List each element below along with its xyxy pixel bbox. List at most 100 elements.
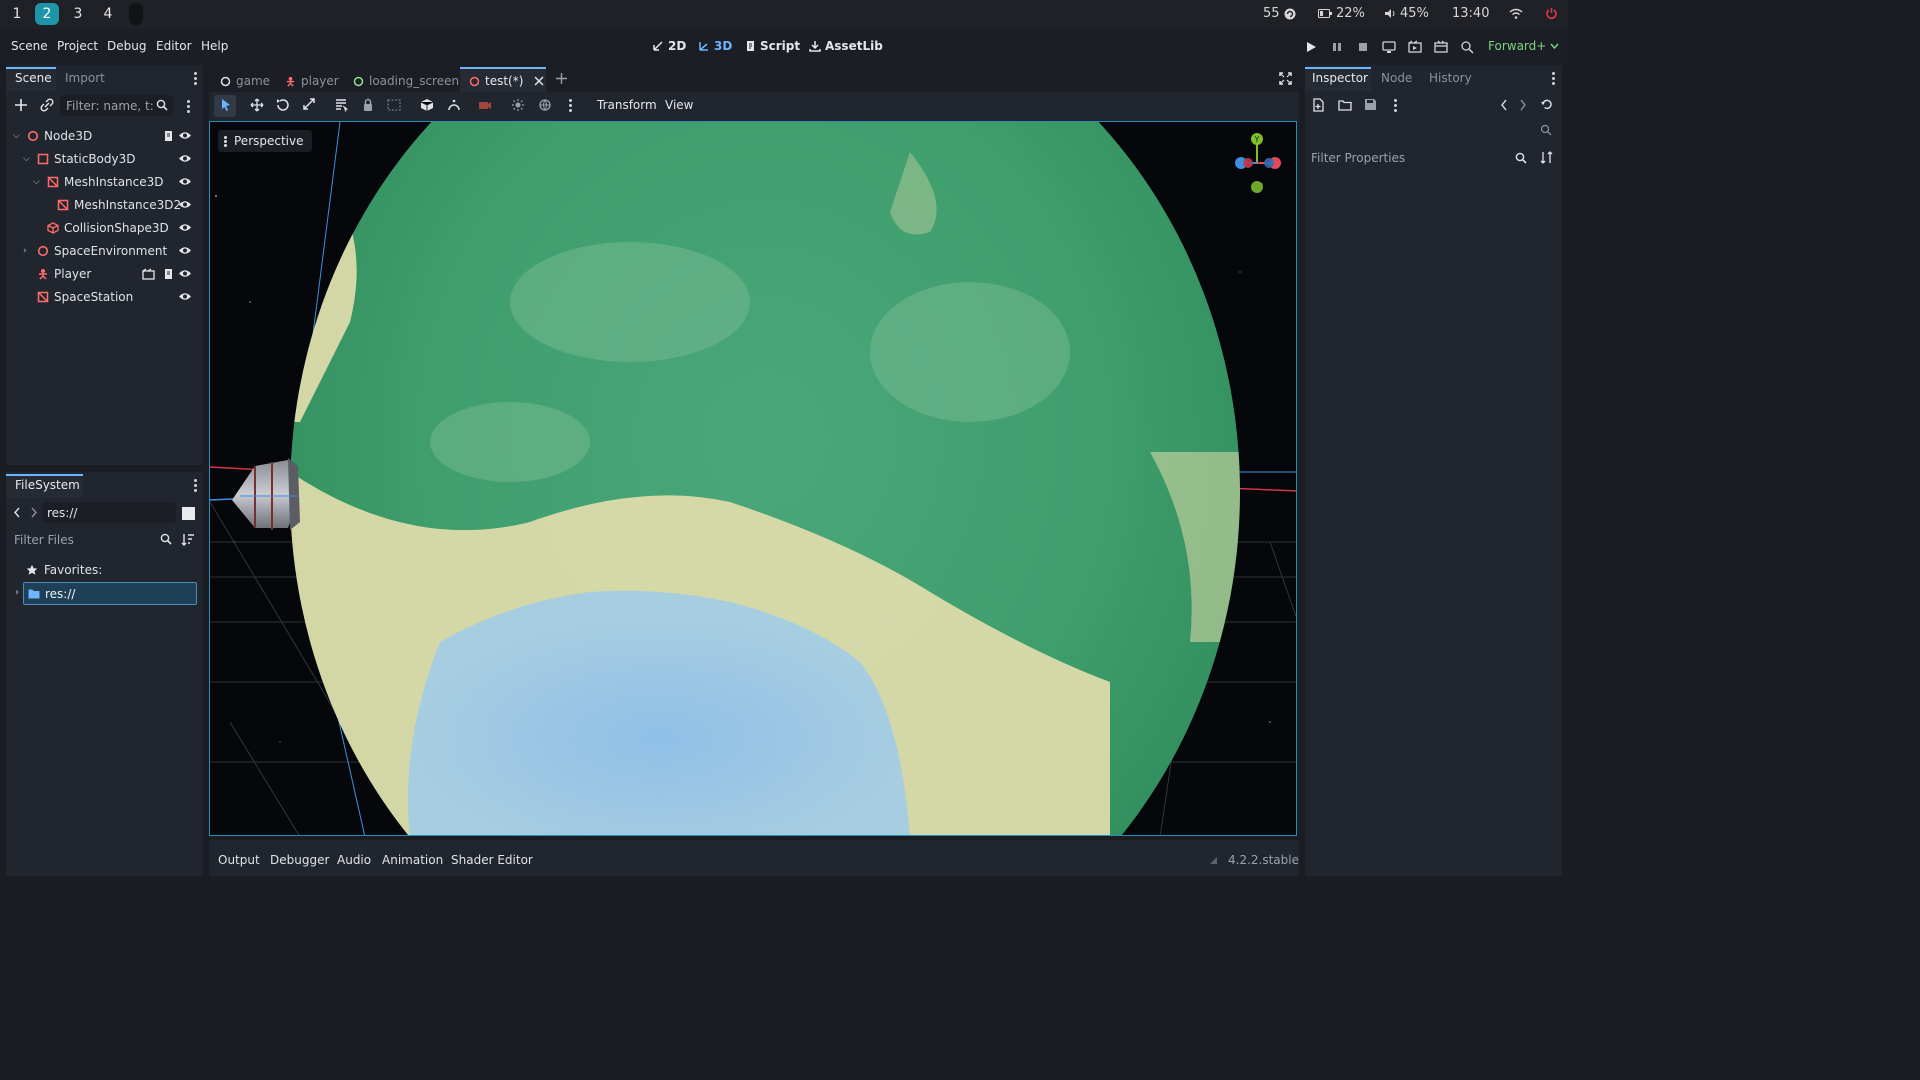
collapse-arrow-icon[interactable]: ⌵ bbox=[13, 131, 20, 141]
scale-mode-icon[interactable] bbox=[301, 98, 317, 112]
doc-tab-game[interactable]: game bbox=[220, 70, 270, 92]
res-root-row[interactable]: res:// bbox=[23, 582, 197, 605]
mode-assetlib-button[interactable]: AssetLib bbox=[809, 39, 883, 53]
script-attached-icon[interactable] bbox=[163, 130, 174, 142]
doc-tab-test[interactable]: test(*) bbox=[469, 70, 544, 92]
renderer-selector[interactable]: Forward+ bbox=[1488, 39, 1559, 53]
menu-scene[interactable]: Scene bbox=[11, 39, 48, 53]
open-folder-icon[interactable] bbox=[1338, 99, 1352, 111]
wifi-indicator[interactable] bbox=[1509, 8, 1523, 19]
open-docs-icon[interactable] bbox=[1540, 124, 1553, 137]
scene-filter-input[interactable]: Filter: name, t:ty bbox=[60, 95, 173, 116]
movie-maker-icon[interactable] bbox=[1460, 40, 1474, 54]
history-back-icon[interactable] bbox=[1500, 99, 1508, 111]
menu-editor[interactable]: Editor bbox=[156, 39, 192, 53]
viewport-scene[interactable] bbox=[210, 122, 1297, 836]
visibility-eye-icon[interactable] bbox=[178, 291, 192, 302]
viewport-more-icon[interactable] bbox=[569, 99, 573, 113]
preview-camera-icon[interactable] bbox=[477, 98, 493, 112]
inspector-menu-icon[interactable] bbox=[1552, 72, 1556, 86]
lock-icon[interactable] bbox=[360, 98, 376, 112]
bottom-tab-animation[interactable]: Animation bbox=[382, 853, 443, 867]
mode-3d-button[interactable]: 3D bbox=[698, 39, 732, 53]
scene-filter-menu-icon[interactable] bbox=[187, 100, 191, 114]
instance-scene-icon[interactable] bbox=[40, 98, 54, 112]
visibility-eye-icon[interactable] bbox=[178, 245, 192, 256]
tree-node-spacestation[interactable]: SpaceStation bbox=[8, 286, 200, 308]
3d-viewport[interactable]: Perspective Y bbox=[209, 121, 1297, 836]
sun-preview-icon[interactable] bbox=[510, 98, 526, 112]
workspace-2[interactable]: 2 bbox=[35, 3, 59, 25]
filesystem-menu-icon[interactable] bbox=[194, 479, 198, 493]
tree-node-meshinstance3d[interactable]: ⌵ MeshInstance3D bbox=[8, 171, 200, 193]
tree-node-node3d[interactable]: ⌵ Node3D bbox=[8, 125, 200, 147]
power-button[interactable] bbox=[1545, 7, 1558, 20]
update-spinner-icon[interactable] bbox=[1208, 854, 1219, 866]
bottom-tab-audio[interactable]: Audio bbox=[337, 853, 371, 867]
history-forward-icon[interactable] bbox=[1519, 99, 1527, 111]
updates-indicator[interactable]: 55 bbox=[1263, 6, 1296, 21]
visibility-eye-icon[interactable] bbox=[178, 268, 192, 279]
battery-indicator[interactable]: 22% bbox=[1318, 6, 1365, 21]
filesystem-path-input[interactable]: res:// bbox=[42, 502, 176, 523]
visibility-eye-icon[interactable] bbox=[178, 176, 192, 187]
rotate-mode-icon[interactable] bbox=[275, 98, 291, 112]
group-icon[interactable] bbox=[386, 98, 402, 112]
visibility-eye-icon[interactable] bbox=[178, 153, 192, 164]
bottom-tab-shader-editor[interactable]: Shader Editor bbox=[451, 853, 533, 867]
workspace-4[interactable]: 4 bbox=[96, 3, 120, 25]
favorites-row[interactable]: Favorites: bbox=[10, 559, 200, 581]
doc-tab-loading-screen[interactable]: loading_screen bbox=[353, 70, 459, 92]
bottom-tab-debugger[interactable]: Debugger bbox=[270, 853, 329, 867]
environment-preview-icon[interactable] bbox=[537, 98, 553, 112]
collapse-arrow-icon[interactable]: ⌵ bbox=[33, 177, 40, 187]
visibility-eye-icon[interactable] bbox=[178, 222, 192, 233]
version-label[interactable]: 4.2.2.stable bbox=[1228, 853, 1299, 867]
play-icon[interactable] bbox=[1304, 40, 1318, 54]
menu-help[interactable]: Help bbox=[201, 39, 228, 53]
script-attached-icon[interactable] bbox=[163, 268, 174, 280]
distraction-free-icon[interactable] bbox=[1279, 72, 1292, 85]
list-select-icon[interactable] bbox=[333, 98, 349, 112]
snap-icon[interactable] bbox=[446, 98, 462, 112]
back-arrow-icon[interactable] bbox=[13, 507, 21, 518]
workspace-3[interactable]: 3 bbox=[66, 3, 90, 25]
close-icon[interactable] bbox=[534, 76, 544, 86]
doc-tab-player[interactable]: player bbox=[285, 70, 339, 92]
tab-inspector[interactable]: Inspector bbox=[1312, 71, 1368, 85]
run-custom-scene-icon[interactable] bbox=[1434, 40, 1448, 54]
menu-debug[interactable]: Debug bbox=[107, 39, 146, 53]
open-in-editor-icon[interactable] bbox=[142, 268, 155, 280]
forward-arrow-icon[interactable] bbox=[30, 507, 38, 518]
filter-properties-input[interactable]: Filter Properties bbox=[1307, 147, 1533, 169]
volume-indicator[interactable]: 45% bbox=[1384, 6, 1429, 21]
visibility-eye-icon[interactable] bbox=[178, 199, 192, 210]
mode-script-button[interactable]: Script bbox=[745, 39, 800, 53]
save-icon[interactable] bbox=[1364, 98, 1377, 111]
menu-project[interactable]: Project bbox=[57, 39, 98, 53]
tree-node-spaceenvironment[interactable]: › SpaceEnvironment bbox=[8, 240, 200, 262]
perspective-menu[interactable]: Perspective bbox=[218, 130, 312, 152]
tab-import[interactable]: Import bbox=[65, 71, 105, 85]
bottom-tab-output[interactable]: Output bbox=[218, 853, 260, 867]
tab-node[interactable]: Node bbox=[1381, 71, 1412, 85]
select-mode-icon[interactable] bbox=[218, 98, 234, 112]
remote-debug-icon[interactable] bbox=[1382, 40, 1396, 54]
mode-2d-button[interactable]: 2D bbox=[652, 39, 686, 53]
object-history-icon[interactable] bbox=[1540, 98, 1553, 111]
tab-filesystem[interactable]: FileSystem bbox=[15, 478, 80, 492]
transform-menu[interactable]: Transform bbox=[597, 98, 657, 112]
tab-scene[interactable]: Scene bbox=[15, 71, 52, 85]
toggle-split-mode-icon[interactable] bbox=[182, 507, 195, 520]
expand-arrow-icon[interactable]: › bbox=[23, 246, 27, 256]
sort-icon[interactable] bbox=[181, 533, 195, 546]
tree-node-collisionshape3d[interactable]: CollisionShape3D bbox=[8, 217, 200, 239]
stop-icon[interactable] bbox=[1356, 40, 1370, 54]
move-mode-icon[interactable] bbox=[249, 98, 265, 112]
local-space-icon[interactable] bbox=[419, 98, 435, 112]
new-resource-icon[interactable] bbox=[1312, 98, 1325, 112]
workspace-empty[interactable] bbox=[129, 3, 143, 25]
tree-node-player[interactable]: Player bbox=[8, 263, 200, 285]
collapse-arrow-icon[interactable]: ⌵ bbox=[23, 154, 30, 164]
visibility-eye-icon[interactable] bbox=[178, 130, 192, 141]
